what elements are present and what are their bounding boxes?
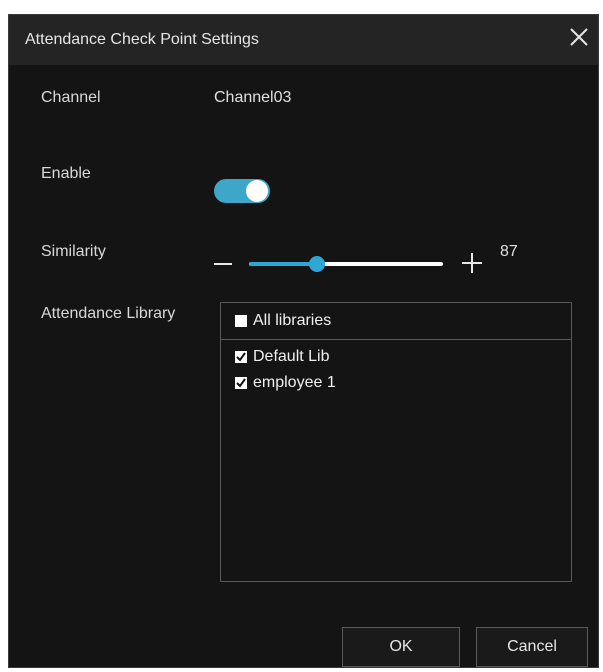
checkbox-checked-icon [235,351,247,363]
attendance-settings-dialog: Attendance Check Point Settings Channel … [8,14,599,668]
all-libraries-label: All libraries [253,312,332,329]
library-item-label: employee 1 [253,374,336,391]
slider-thumb[interactable] [308,256,325,272]
dialog-title: Attendance Check Point Settings [25,31,259,48]
similarity-slider[interactable] [249,256,443,272]
enable-toggle[interactable] [214,179,270,203]
library-list-header: All libraries [221,303,571,340]
plus-icon[interactable] [462,253,482,273]
slider-fill [249,262,317,266]
toggle-knob [246,180,268,202]
channel-value: Channel03 [214,89,292,106]
minus-icon[interactable] [214,263,232,265]
cancel-button[interactable]: Cancel [476,627,588,667]
all-libraries-checkbox[interactable]: All libraries [235,312,331,330]
checkbox-checked-icon [235,377,247,389]
library-item-label: Default Lib [253,348,330,365]
library-item[interactable]: employee 1 [235,374,336,392]
dialog-titlebar: Attendance Check Point Settings [9,15,598,65]
channel-label: Channel [41,89,101,106]
similarity-value: 87 [500,243,518,260]
library-list: All libraries Default Lib employee 1 [220,302,572,582]
ok-button[interactable]: OK [342,627,460,667]
enable-label: Enable [41,165,91,182]
similarity-label: Similarity [41,243,106,260]
checkbox-unchecked-icon [235,315,247,327]
close-icon[interactable] [565,23,593,51]
attendance-library-label: Attendance Library [41,305,176,322]
library-item[interactable]: Default Lib [235,348,330,366]
